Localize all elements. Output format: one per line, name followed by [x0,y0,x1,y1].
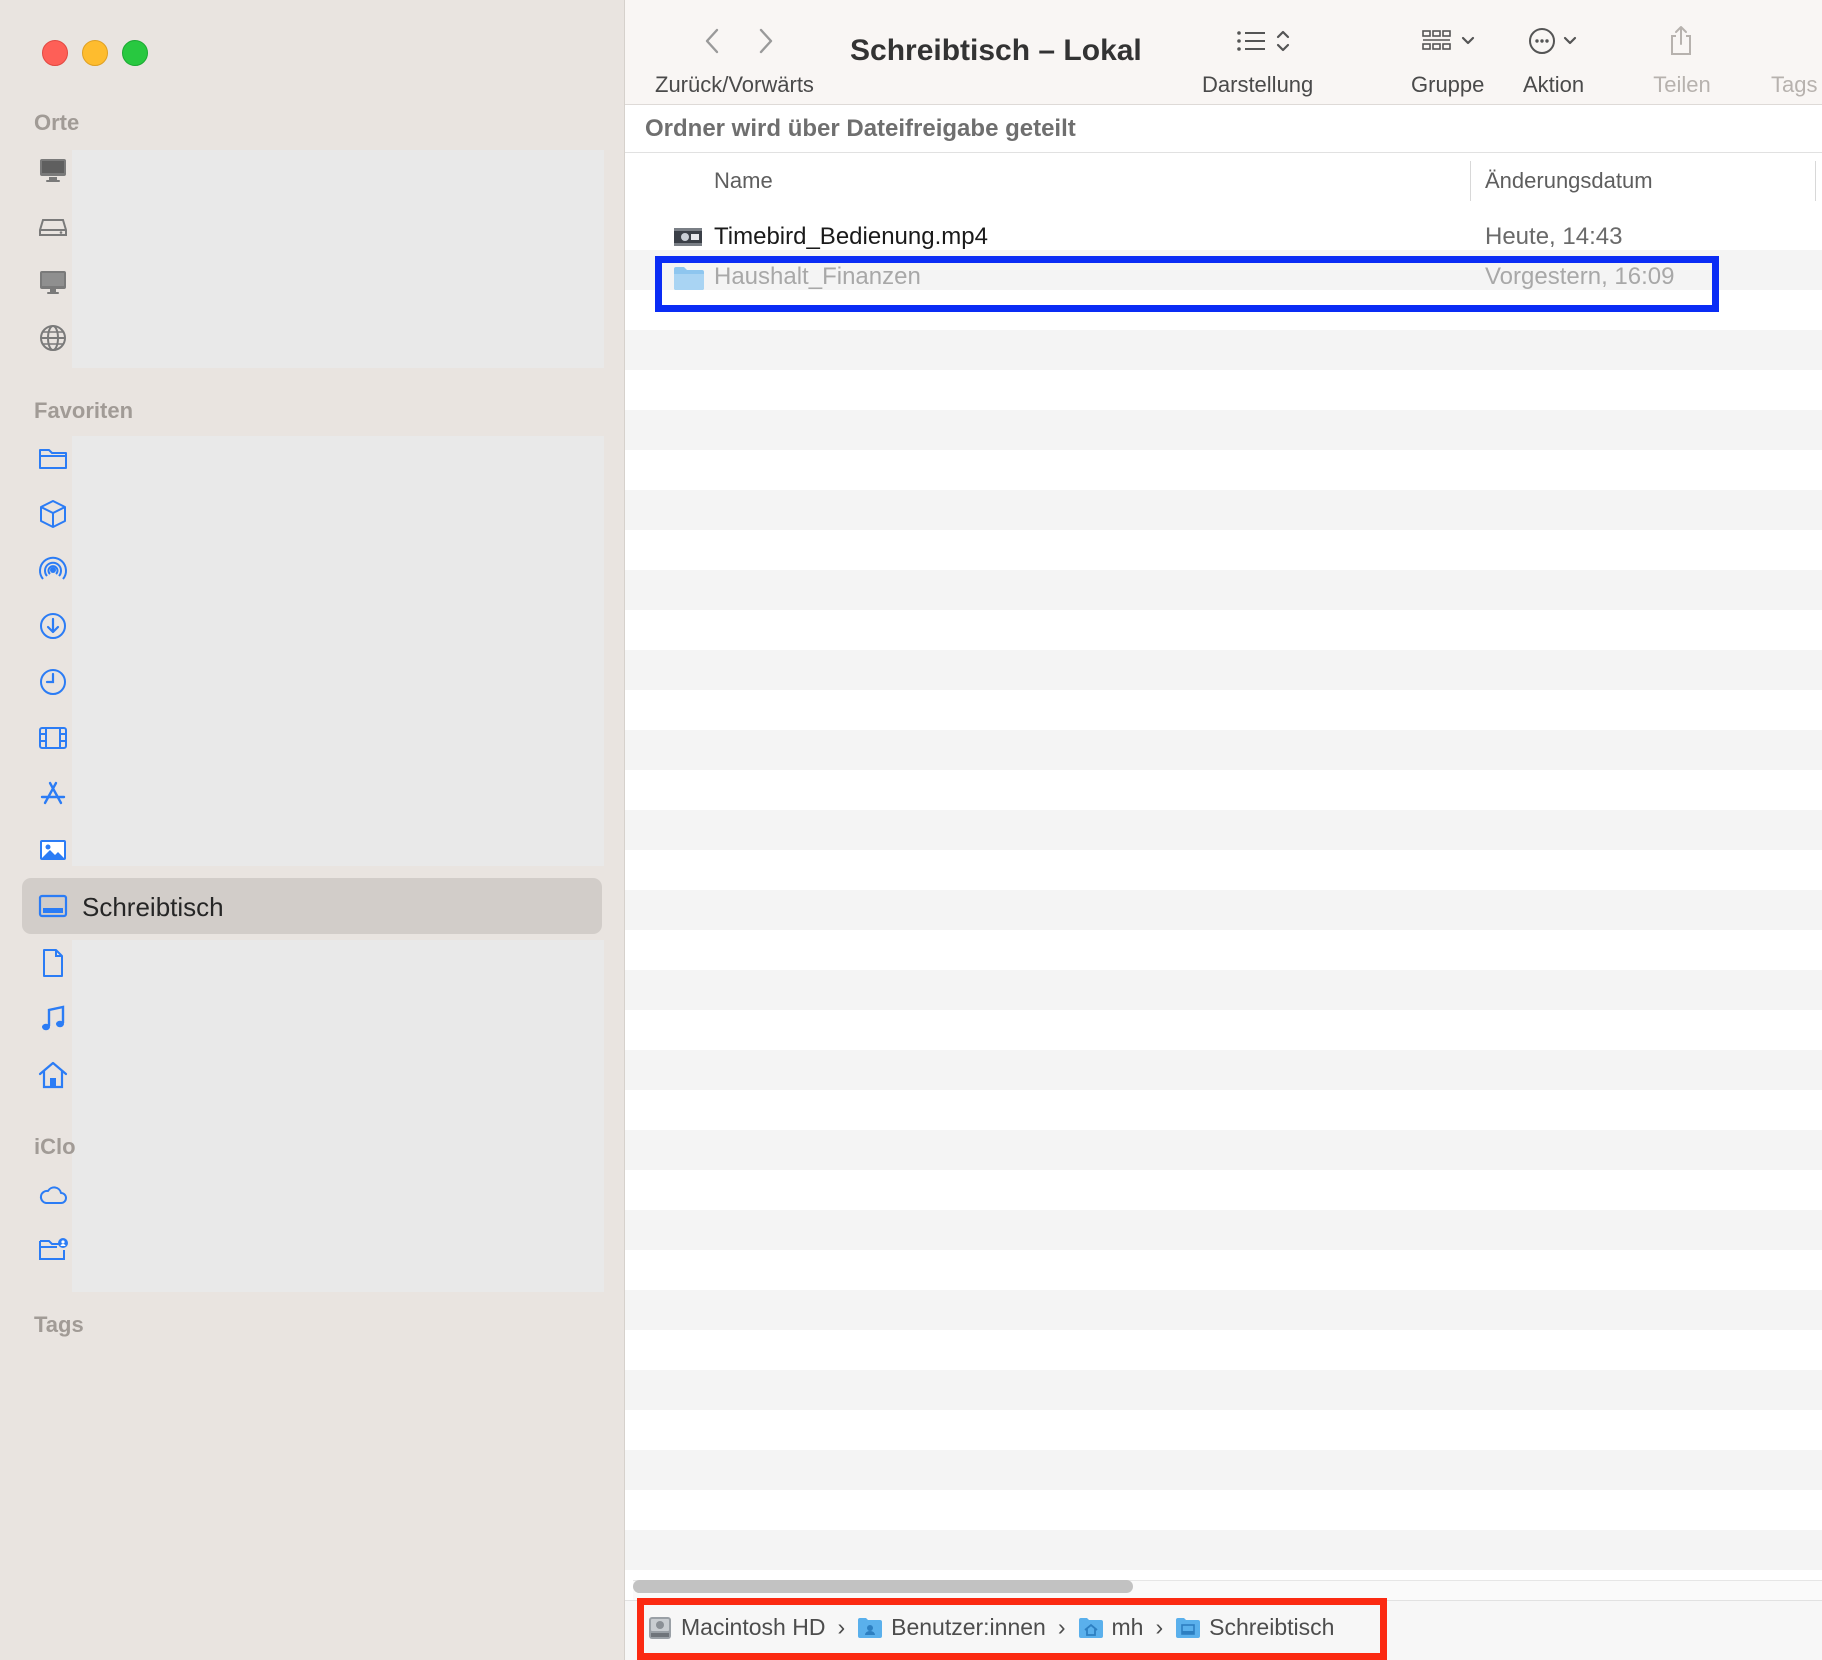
redacted-area [72,436,604,866]
column-header-date[interactable]: Änderungsdatum [1485,168,1653,194]
finder-window: Orte Favoriten Schreibtisch iClo Tags Zu… [0,0,1822,1660]
sidebar-section-favoriten: Favoriten [34,398,134,423]
share-icon[interactable] [1667,24,1695,63]
redacted-area [72,1168,604,1292]
sidebar: Orte Favoriten Schreibtisch iClo Tags [0,0,625,1660]
computer-icon[interactable] [36,153,70,187]
sidebar-item-label: Schreibtisch [82,892,224,922]
file-date: Vorgestern, 16:09 [1485,263,1675,290]
sidebar-section-tags: Tags [34,1312,84,1337]
file-list: Timebird_Bedienung.mp4 Heute, 14:43 Haus… [625,210,1822,1580]
group-label: Gruppe [1411,72,1485,97]
main-content: Zurück/Vorwärts Schreibtisch – Lokal Dar… [625,0,1822,1660]
chevron-right-icon: › [837,1614,846,1640]
sidebar-section-orte: Orte [34,110,80,135]
scrollbar-thumb[interactable] [633,1580,1133,1593]
path-item-label: Macintosh HD [681,1614,826,1640]
path-item[interactable]: Schreibtisch [1175,1614,1334,1641]
path-item-label: mh [1111,1614,1144,1640]
action-label: Aktion [1523,72,1585,97]
movies-icon[interactable] [36,721,70,755]
video-file-icon [673,224,703,255]
airdrop-icon[interactable] [36,553,70,587]
path-item-label: Benutzer:innen [891,1614,1046,1640]
folder-icon [673,265,705,296]
close-button[interactable] [42,40,68,66]
toolbar: Zurück/Vorwärts Schreibtisch – Lokal Dar… [625,0,1822,105]
desktop-icon [36,889,70,923]
download-icon[interactable] [36,609,70,643]
share-notice: Ordner wird über Dateifreigabe geteilt [625,105,1822,152]
applications-icon[interactable] [36,777,70,811]
file-row[interactable]: Haushalt_Finanzen Vorgestern, 16:09 [625,258,1822,298]
disk-icon[interactable] [36,209,70,243]
forward-button[interactable] [753,24,777,63]
action-icon[interactable] [1527,24,1593,63]
hard-drive-icon [649,1616,671,1639]
music-icon[interactable] [36,1002,70,1036]
tags-label: Tags [1771,72,1818,97]
zoom-button[interactable] [122,40,148,66]
file-date: Heute, 14:43 [1485,223,1623,250]
column-divider[interactable] [1815,161,1816,201]
file-name: Haushalt_Finanzen [714,263,921,290]
view-list-icon[interactable] [1233,24,1297,63]
home-folder-icon [1078,1617,1103,1638]
path-item[interactable]: Benutzer:innen [857,1614,1046,1641]
redacted-area [72,150,604,368]
path-item[interactable]: Macintosh HD [647,1614,825,1641]
recents-icon[interactable] [36,665,70,699]
minimize-button[interactable] [82,40,108,66]
column-divider[interactable] [1470,161,1471,201]
document-icon[interactable] [36,946,70,980]
nav-label: Zurück/Vorwärts [655,72,814,97]
view-label: Darstellung [1202,72,1314,97]
chevron-right-icon: › [1057,1614,1066,1640]
cloud-icon[interactable] [36,1178,70,1212]
home-icon[interactable] [36,1058,70,1092]
share-notice-text: Ordner wird über Dateifreigabe geteilt [645,115,1076,142]
group-icon[interactable] [1421,24,1487,63]
shared-folder-icon[interactable] [36,1232,70,1266]
network-icon[interactable] [36,321,70,355]
pictures-icon[interactable] [36,833,70,867]
file-name: Timebird_Bedienung.mp4 [714,223,988,250]
share-label: Teilen [1653,72,1711,97]
chevron-right-icon: › [1155,1614,1164,1640]
breadcrumb: Macintosh HD › Benutzer:innen › mh › Sch… [647,1614,1334,1641]
back-button[interactable] [701,24,725,63]
display-icon[interactable] [36,265,70,299]
users-folder-icon [858,1617,883,1638]
column-header-name[interactable]: Name [714,168,773,194]
path-item[interactable]: mh [1078,1614,1144,1641]
path-item-label: Schreibtisch [1209,1614,1335,1640]
sidebar-section-icloud: iClo [34,1134,76,1159]
column-header: Name Änderungsdatum [625,152,1822,211]
file-row[interactable]: Timebird_Bedienung.mp4 Heute, 14:43 [625,218,1822,258]
folder-icon[interactable] [36,441,70,475]
box-icon[interactable] [36,497,70,531]
desktop-folder-icon [1176,1617,1201,1638]
window-title: Schreibtisch – Lokal [850,34,1142,67]
